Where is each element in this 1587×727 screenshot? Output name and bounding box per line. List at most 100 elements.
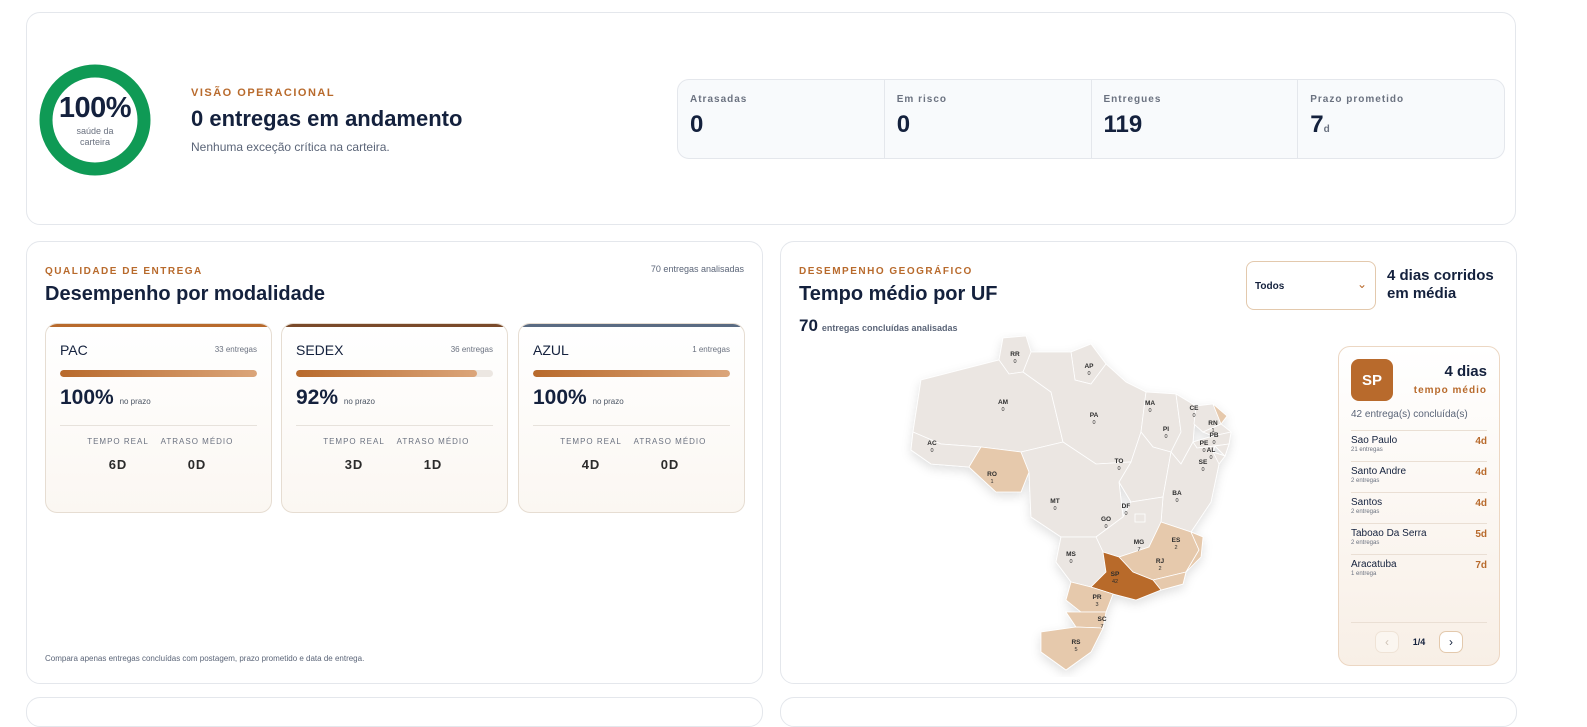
kpi-label: Prazo prometido (1310, 94, 1405, 105)
uf-count: 0 (1202, 448, 1205, 454)
stat-real-time: TEMPO REAL 3D (314, 437, 394, 472)
stat-label: ATRASO MÉDIO (396, 437, 470, 446)
stat-real-time: TEMPO REAL 6D (78, 437, 158, 472)
uf-label: RJ (1156, 558, 1165, 565)
filter-value: Todos (1255, 281, 1285, 292)
stat-real-time: TEMPO REAL 4D (551, 437, 631, 472)
kpi-late: Atrasadas 0 (678, 80, 885, 158)
modality-filter-select[interactable]: Todos ⌄ (1246, 261, 1376, 310)
on-time-progress-fill (296, 370, 478, 377)
city-days: 4d (1475, 467, 1487, 478)
mode-count: 36 entregas (450, 345, 493, 354)
next-page-button[interactable]: › (1439, 631, 1463, 653)
list-item[interactable]: Sao Paulo 21 entregas 4d (1351, 430, 1487, 461)
city-count: 1 entrega (1351, 571, 1377, 577)
mode-card-pac[interactable]: PAC 33 entregas 100% no prazo TEMPO REAL… (45, 323, 272, 513)
previous-page-button[interactable]: ‹ (1375, 631, 1399, 653)
stat-label: ATRASO MÉDIO (633, 437, 707, 446)
city-days: 4d (1475, 436, 1487, 447)
uf-count: 7 (1137, 547, 1140, 553)
chevron-left-icon: ‹ (1385, 635, 1389, 649)
chevron-down-icon: ⌄ (1356, 277, 1367, 291)
uf-count: 0 (1001, 407, 1004, 413)
uf-label: MG (1134, 539, 1144, 546)
kpi-unit: d (1323, 124, 1330, 135)
list-item[interactable]: Santos 2 entregas 4d (1351, 492, 1487, 523)
mode-name: PAC (60, 342, 88, 358)
uf-count: 2 (1158, 566, 1161, 572)
stat-label: TEMPO REAL (560, 437, 622, 446)
kpi-promised-deadline: Prazo prometido 7d (1298, 80, 1504, 158)
mode-name: AZUL (533, 342, 569, 358)
city-name: Taboao Da Serra (1351, 528, 1427, 539)
stat-label: TEMPO REAL (323, 437, 385, 446)
city-count: 2 entregas (1351, 540, 1380, 546)
on-time-progress (60, 370, 257, 377)
uf-count: 42 (1112, 579, 1118, 585)
city-count: 2 entregas (1351, 478, 1380, 484)
uf-count: 0 (1069, 559, 1072, 565)
city-days: 4d (1475, 498, 1487, 509)
uf-label: PE (1200, 440, 1209, 447)
brazil-uf-map: RR0 AP0 AM0 PA0 MA0 CE0 RN1 PB0 PE0 AL0 … (910, 335, 1232, 671)
overview-card: 100% saúde da carteira VISÃO OPERACIONAL… (26, 12, 1516, 225)
uf-count: 2 (1174, 545, 1177, 551)
uf-label: CE (1189, 405, 1199, 412)
city-count: 21 entregas (1351, 447, 1383, 453)
uf-label: BA (1172, 490, 1182, 497)
on-time-pct: 100% (533, 386, 587, 409)
city-name: Aracatuba (1351, 559, 1397, 570)
kpi-value: 119 (1103, 111, 1143, 138)
divider (60, 425, 257, 426)
mode-accent-bar (282, 324, 507, 327)
uf-label: PR (1092, 594, 1101, 601)
uf-delivery-count: 42 entrega(s) concluída(s) (1351, 409, 1468, 420)
uf-count: 1 (990, 479, 993, 485)
uf-label: AM (998, 399, 1008, 406)
uf-label: DF (1122, 503, 1131, 510)
kpi-value: 0 (896, 111, 911, 138)
on-time-pct: 92% (296, 386, 339, 409)
uf-label: MT (1050, 498, 1059, 505)
chevron-right-icon: › (1449, 635, 1453, 649)
uf-count: 3 (1095, 602, 1098, 608)
uf-label: RO (987, 471, 997, 478)
uf-label: AL (1207, 447, 1216, 454)
stat-avg-delay: ATRASO MÉDIO 0D (630, 437, 710, 472)
map-states (910, 335, 1232, 671)
kpi-label: Entregues (1103, 94, 1162, 105)
uf-label: ES (1172, 537, 1181, 544)
geo-count-value: 70 (799, 316, 818, 335)
list-item[interactable]: Taboao Da Serra 2 entregas 5d (1351, 523, 1487, 554)
uf-count: 0 (1175, 498, 1178, 504)
city-days: 5d (1475, 529, 1487, 540)
uf-label: TO (1115, 458, 1124, 465)
mode-card-azul[interactable]: AZUL 1 entregas 100% no prazo TEMPO REAL… (518, 323, 745, 513)
uf-count: 0 (1164, 434, 1167, 440)
uf-label: AP (1084, 363, 1094, 370)
uf-count: 0 (1212, 440, 1215, 446)
health-value: 100% (58, 92, 132, 124)
state-df[interactable] (1134, 513, 1146, 523)
state-rs[interactable] (1040, 626, 1104, 671)
kpi-label: Atrasadas (690, 94, 748, 105)
uf-label: RS (1071, 639, 1081, 646)
overview-title: 0 entregas em andamento (191, 106, 463, 131)
state-ro[interactable] (968, 446, 1030, 493)
quality-eyebrow: QUALIDADE DE ENTREGA (45, 266, 203, 277)
list-item[interactable]: Aracatuba 1 entrega 7d (1351, 554, 1487, 585)
uf-label: SC (1097, 616, 1106, 623)
uf-label: PB (1209, 432, 1218, 439)
mode-card-sedex[interactable]: SEDEX 36 entregas 92% no prazo TEMPO REA… (281, 323, 508, 513)
kpi-strip: Atrasadas 0 Em risco 0 Entregues 119 Pra… (677, 79, 1505, 159)
stat-value: 6D (108, 457, 128, 472)
stat-value: 4D (581, 457, 601, 472)
on-time-suffix: no prazo (119, 397, 151, 406)
uf-count: 0 (1209, 455, 1212, 461)
stat-value: 1D (423, 457, 443, 472)
divider (1351, 622, 1487, 623)
uf-count: 0 (1201, 467, 1204, 473)
uf-label: RN (1208, 420, 1218, 427)
list-item[interactable]: Santo Andre 2 entregas 4d (1351, 461, 1487, 492)
delivery-quality-card: QUALIDADE DE ENTREGA Desempenho por moda… (26, 241, 763, 684)
